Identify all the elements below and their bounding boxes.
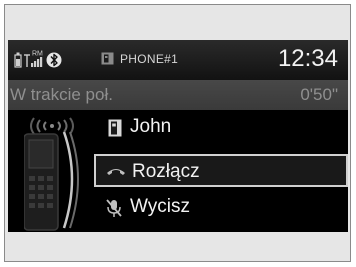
- call-duration: 0'50": [300, 85, 338, 104]
- mute-button[interactable]: Wycisz: [94, 191, 348, 224]
- mute-microphone-icon: [106, 199, 122, 217]
- bluetooth-icon: [46, 52, 62, 68]
- hang-up-label: Rozłącz: [132, 161, 200, 182]
- hang-up-icon: [107, 169, 125, 175]
- roaming-indicator: RM: [32, 51, 43, 58]
- clock: 12:34: [277, 45, 338, 72]
- phone-profile-label: PHONE#1: [120, 52, 179, 66]
- call-status-bar: W trakcie poł. 0'50": [8, 80, 348, 110]
- contact-name: John: [130, 116, 172, 137]
- hang-up-button[interactable]: Rozłącz: [94, 154, 348, 187]
- mobile-phone-graphic-icon: [24, 131, 79, 231]
- status-icons: RM: [14, 51, 62, 68]
- contact-phone-icon: [108, 119, 122, 137]
- phone-profile-icon: [101, 52, 114, 65]
- phone-screen: RM PHONE#1 12:34 W trakcie poł. 0'50" Jo…: [8, 40, 348, 232]
- call-status-label: W trakcie poł.: [10, 85, 113, 104]
- status-bar: RM PHONE#1 12:34: [8, 40, 348, 80]
- mute-label: Wycisz: [130, 196, 190, 217]
- battery-icon: [14, 52, 22, 68]
